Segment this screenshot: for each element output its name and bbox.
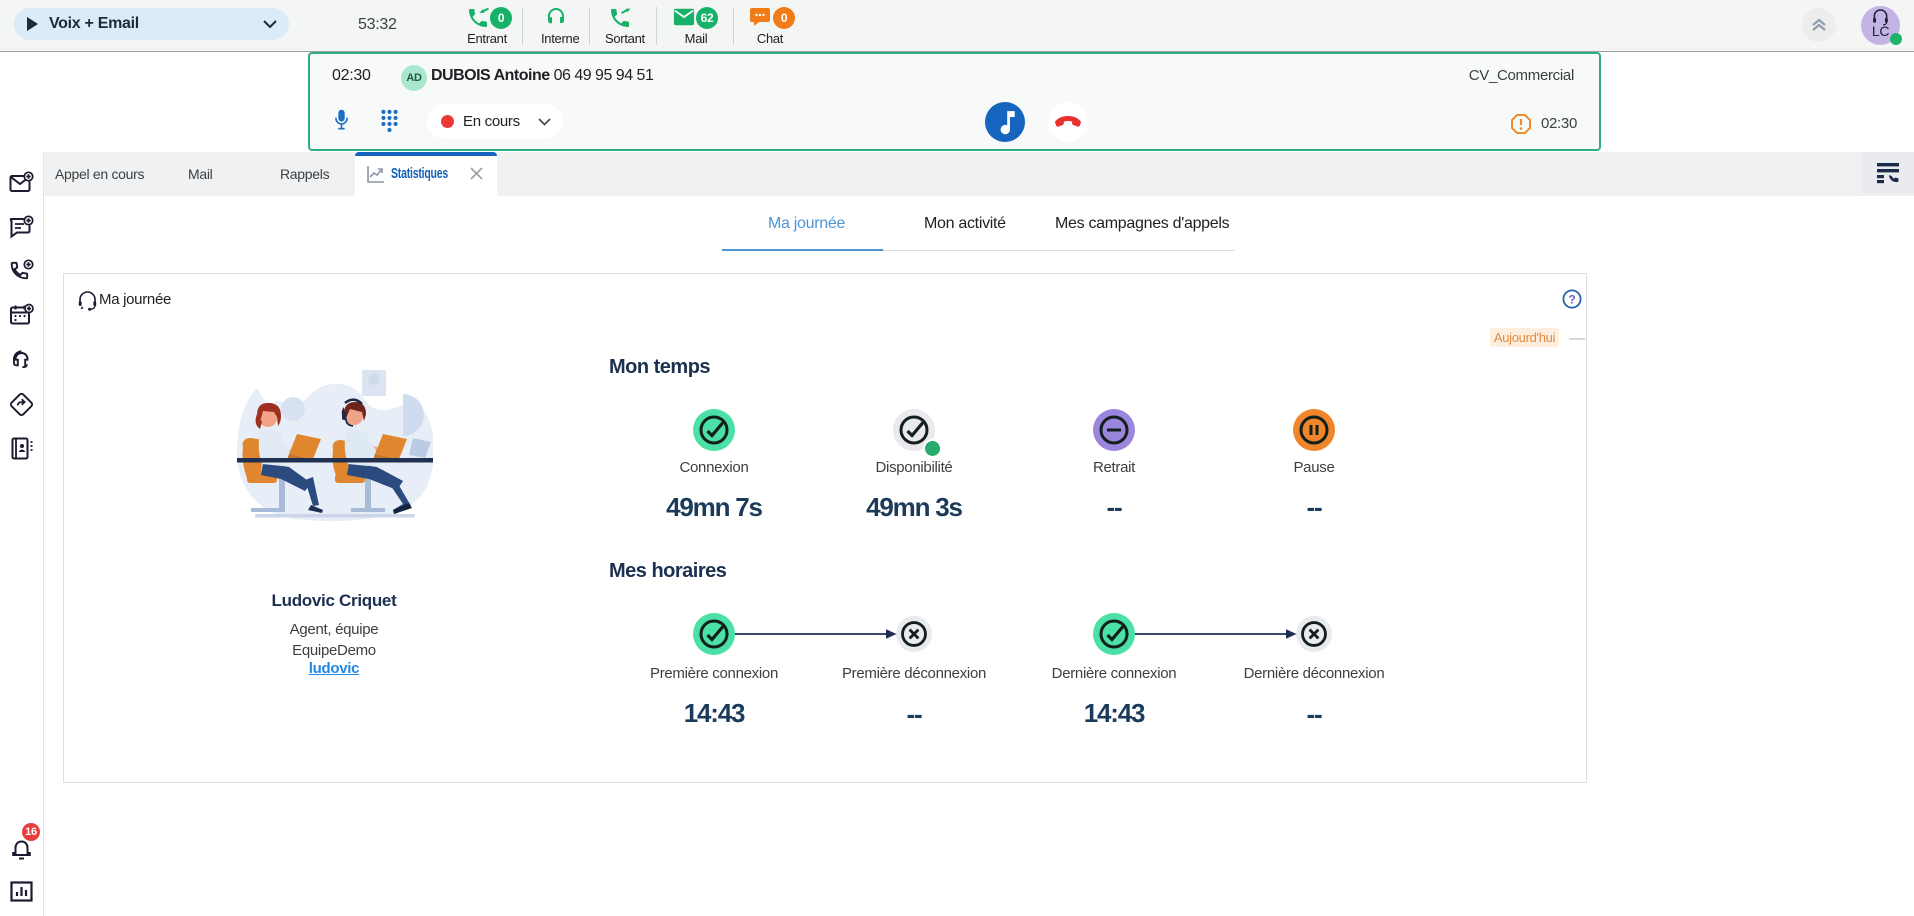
svg-text:?: ? <box>1568 292 1575 306</box>
